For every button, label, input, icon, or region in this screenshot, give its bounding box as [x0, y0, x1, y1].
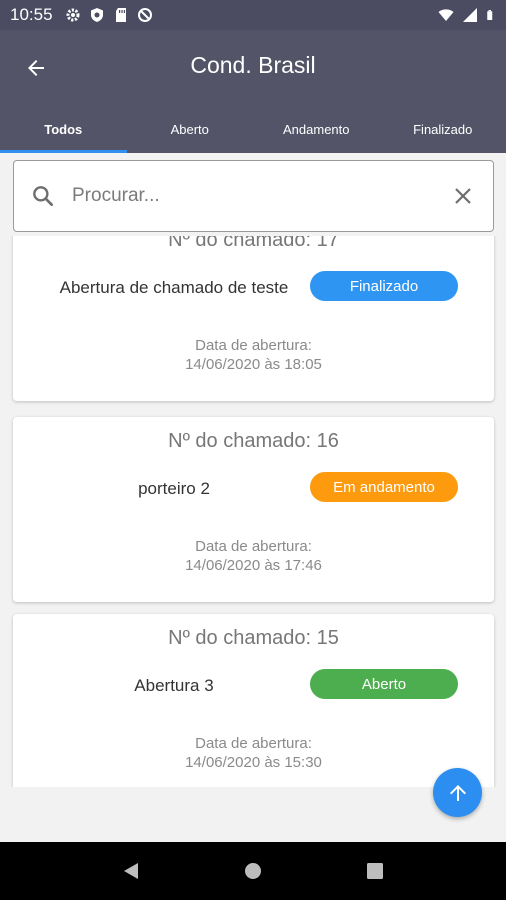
- date-label: Data de abertura:: [195, 735, 312, 752]
- ticket-card[interactable]: Nº do chamado: 16 porteiro 2 Em andament…: [13, 417, 494, 602]
- page-title: Cond. Brasil: [190, 52, 316, 78]
- ticket-number: Nº do chamado: 16: [168, 430, 339, 452]
- sd-card-icon: [115, 8, 126, 22]
- nav-recents-button[interactable]: [361, 857, 389, 885]
- app-bar: Cond. Brasil Todos Aberto Andamento Fina…: [0, 30, 506, 153]
- ticket-number: Nº do chamado: 17: [168, 236, 339, 251]
- search-field[interactable]: Procurar...: [13, 160, 494, 232]
- nav-back-button[interactable]: [117, 857, 145, 885]
- tab-todos[interactable]: Todos: [0, 106, 127, 153]
- ticket-card[interactable]: Nº do chamado: 17 Abertura de chamado de…: [13, 236, 494, 401]
- status-bar: 10:55: [0, 0, 506, 30]
- status-badge: Finalizado: [310, 271, 458, 301]
- ticket-card[interactable]: Nº do chamado: 15 Abertura 3 Aberto Data…: [13, 614, 494, 787]
- tab-label: Finalizado: [413, 122, 473, 137]
- ticket-description: porteiro 2: [138, 479, 210, 498]
- ticket-description: Abertura 3: [134, 676, 214, 695]
- date-label: Data de abertura:: [195, 538, 312, 555]
- ticket-number: Nº do chamado: 15: [168, 627, 339, 649]
- tab-label: Todos: [44, 122, 83, 137]
- date-label: Data de abertura:: [195, 337, 312, 354]
- search-input[interactable]: Procurar...: [72, 185, 451, 207]
- date-value: 14/06/2020 às 18:05: [185, 356, 322, 373]
- search-icon: [33, 186, 54, 207]
- ticket-description: Abertura de chamado de teste: [59, 278, 289, 297]
- system-nav-bar: [0, 842, 506, 900]
- tab-label: Andamento: [283, 122, 350, 137]
- date-value: 14/06/2020 às 17:46: [185, 557, 322, 574]
- ticket-list[interactable]: Nº do chamado: 17 Abertura de chamado de…: [0, 236, 506, 787]
- signal-icon: [463, 8, 477, 22]
- wifi-icon: [438, 9, 454, 21]
- shield-icon: [90, 8, 103, 22]
- scroll-top-button[interactable]: [433, 768, 482, 817]
- square-recents-icon: [367, 863, 383, 879]
- battery-icon: [487, 10, 493, 20]
- close-icon[interactable]: [451, 184, 475, 208]
- dnd-icon: [137, 8, 152, 22]
- status-badge: Aberto: [310, 669, 458, 699]
- tab-label: Aberto: [170, 122, 209, 137]
- gear-icon: [66, 8, 80, 22]
- status-time: 10:55: [10, 5, 53, 24]
- tab-aberto[interactable]: Aberto: [127, 106, 254, 153]
- nav-home-button[interactable]: [239, 857, 267, 885]
- triangle-back-icon: [124, 863, 138, 879]
- status-badge: Em andamento: [310, 472, 458, 502]
- circle-home-icon: [245, 863, 261, 879]
- date-value: 14/06/2020 às 15:30: [185, 754, 322, 771]
- tab-andamento[interactable]: Andamento: [253, 106, 380, 153]
- tab-indicator: [0, 150, 127, 153]
- tab-bar: Todos Aberto Andamento Finalizado: [0, 106, 506, 153]
- arrow-up-icon: [449, 784, 466, 801]
- tab-finalizado[interactable]: Finalizado: [380, 106, 506, 153]
